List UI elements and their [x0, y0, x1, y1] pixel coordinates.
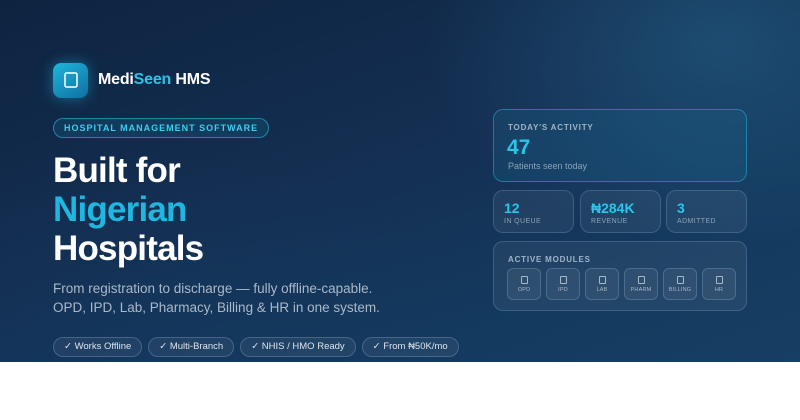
- square-icon: [715, 275, 723, 284]
- module-label: IPD: [558, 286, 568, 293]
- modules-eyebrow: ACTIVE MODULES: [508, 255, 591, 264]
- stat-value: 3: [677, 200, 685, 216]
- square-icon: [637, 275, 645, 284]
- stat-value: ₦284K: [591, 200, 635, 216]
- stat-label: ADMITTED: [677, 218, 716, 225]
- module-label: OPD: [517, 286, 531, 293]
- stat-label: IN QUEUE: [504, 218, 542, 225]
- activity-value: 47: [507, 136, 531, 159]
- activity-eyebrow: TODAY'S ACTIVITY: [508, 123, 594, 132]
- brand-name-accent: Seen: [133, 71, 172, 88]
- stat-label: REVENUE: [591, 218, 628, 225]
- module-lab[interactable]: LAB: [585, 268, 619, 300]
- activity-card: TODAY'S ACTIVITY 47 Patients seen today: [493, 109, 747, 182]
- brand-name-suffix: HMS: [171, 71, 211, 88]
- module-label: LAB: [596, 286, 608, 293]
- stat-card-queue: 12 IN QUEUE: [493, 190, 574, 233]
- square-icon: [520, 275, 528, 284]
- headline-line1: Built for: [53, 151, 181, 190]
- module-pharm[interactable]: PHARM: [624, 268, 658, 300]
- stat-card-admitted: 3 ADMITTED: [666, 190, 747, 233]
- square-icon: [676, 275, 684, 284]
- feature-chip-nhis: ✓ NHIS / HMO Ready: [240, 337, 356, 357]
- stat-card-revenue: ₦284K REVENUE: [580, 190, 661, 233]
- feature-chip-multi-branch: ✓ Multi-Branch: [148, 337, 235, 357]
- module-ipd[interactable]: IPD: [546, 268, 580, 300]
- square-icon: [598, 275, 606, 284]
- module-label: PHARM: [630, 286, 652, 293]
- category-badge: HOSPITAL MANAGEMENT SOFTWARE: [53, 118, 270, 138]
- headline-line2: Nigerian: [53, 190, 187, 229]
- brand-name-part1: Medi: [98, 71, 134, 88]
- brand-name: MediSeen HMS: [98, 71, 211, 89]
- headline-line3: Hospitals: [53, 229, 204, 268]
- subtitle-line1: From registration to discharge — fully o…: [53, 281, 373, 296]
- module-opd[interactable]: OPD: [507, 268, 541, 300]
- module-billing[interactable]: BILLING: [663, 268, 697, 300]
- square-icon: [63, 72, 78, 88]
- module-hr[interactable]: HR: [702, 268, 736, 300]
- modules-card: ACTIVE MODULES OPD IPD LAB PHARM BILLING: [493, 241, 747, 311]
- brand[interactable]: MediSeen HMS: [53, 62, 211, 98]
- module-list: OPD IPD LAB PHARM BILLING HR: [507, 268, 736, 300]
- activity-caption: Patients seen today: [508, 161, 588, 171]
- headline: Built for Nigerian Hospitals: [53, 151, 473, 268]
- subtitle-line2: OPD, IPD, Lab, Pharmacy, Billing & HR in…: [53, 300, 380, 315]
- module-label: HR: [714, 286, 724, 293]
- hero-section: MediSeen HMS HOSPITAL MANAGEMENT SOFTWAR…: [0, 0, 800, 362]
- square-icon: [559, 275, 567, 284]
- feature-list: ✓ Works Offline ✓ Multi-Branch ✓ NHIS / …: [53, 337, 459, 357]
- module-label: BILLING: [668, 286, 692, 293]
- subtitle: From registration to discharge — fully o…: [53, 279, 473, 317]
- feature-chip-offline: ✓ Works Offline: [53, 337, 143, 357]
- brand-logo: [53, 62, 88, 98]
- stat-value: 12: [504, 200, 520, 216]
- feature-chip-pricing: ✓ From ₦50K/mo: [361, 337, 459, 357]
